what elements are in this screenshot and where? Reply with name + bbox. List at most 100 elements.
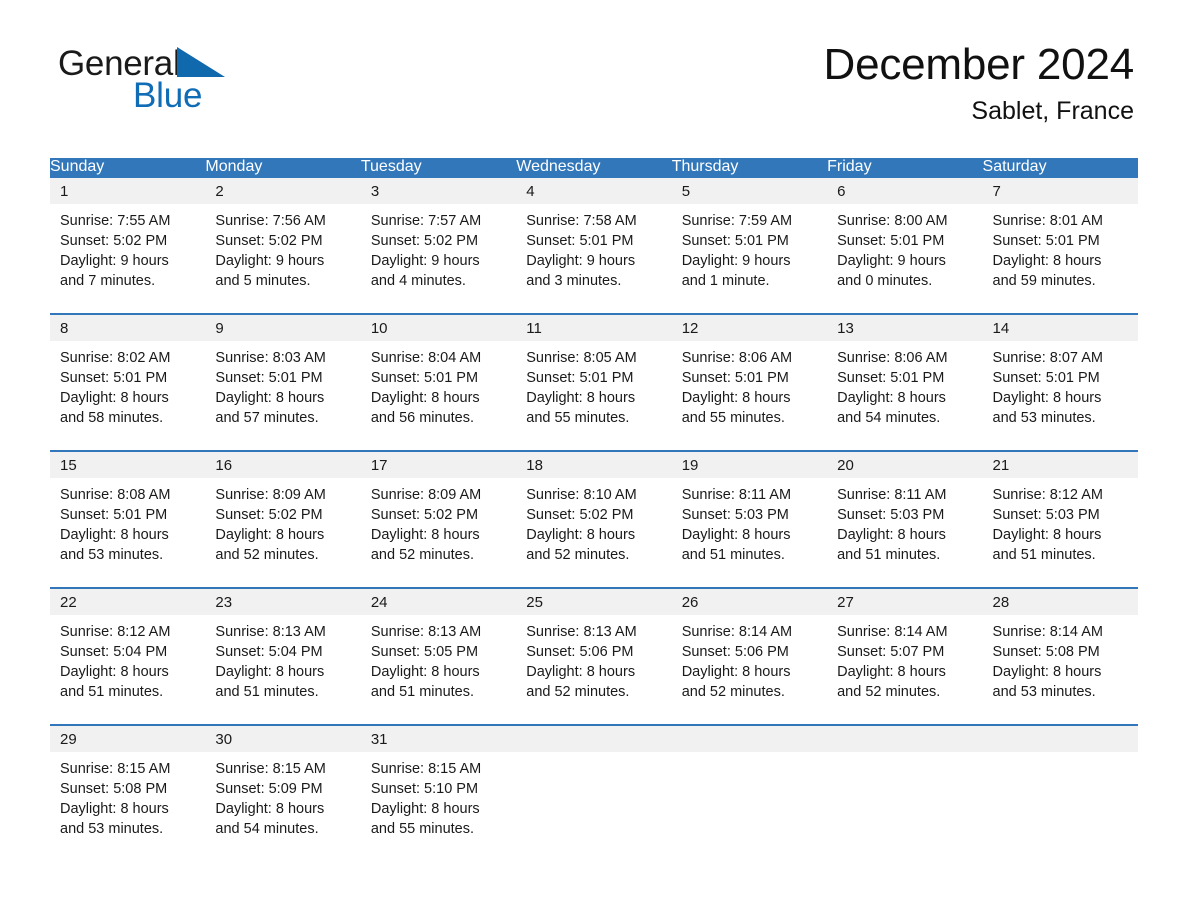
daylight-text-line1: Daylight: 8 hours xyxy=(370,801,480,817)
day-info: Sunrise: 8:14 AM Sunset: 5:07 PM Daylight:… xyxy=(827,615,982,702)
daylight-text-line2: and 51 minutes. xyxy=(60,684,164,700)
day-number: 3 xyxy=(360,178,517,204)
calendar-day-cell[interactable]: 2 Sunrise: 7:56 AM Sunset: 5:02 PM Daylight… xyxy=(205,176,361,314)
sunrise-text: Sunrise: 8:07 AM xyxy=(992,350,1103,366)
sunset-text: Sunset: 5:01 PM xyxy=(526,233,634,249)
calendar-day-cell[interactable]: 15 Sunrise: 8:08 AM Sunset: 5:01 PM Dayligh… xyxy=(50,450,206,588)
calendar-day-cell[interactable]: 24 Sunrise: 8:13 AM Sunset: 5:05 PM Dayligh… xyxy=(360,587,517,725)
day-number: 2 xyxy=(205,178,361,204)
day-info: Sunrise: 8:03 AM Sunset: 5:01 PM Daylight:… xyxy=(205,341,360,428)
daylight-text-line2: and 57 minutes. xyxy=(215,410,319,426)
daylight-text-line1: Daylight: 9 hours xyxy=(370,253,480,269)
day-number: 26 xyxy=(671,589,828,615)
day-number: 19 xyxy=(671,452,828,478)
calendar-day-cell[interactable]: 31 Sunrise: 8:15 AM Sunset: 5:10 PM Dayligh… xyxy=(360,724,517,861)
sunrise-text: Sunrise: 8:01 AM xyxy=(992,213,1103,229)
calendar-day-cell[interactable]: 11 Sunrise: 8:05 AM Sunset: 5:01 PM Dayligh… xyxy=(516,313,672,451)
sunset-text: Sunset: 5:02 PM xyxy=(370,507,479,523)
calendar-day-cell[interactable]: 27 Sunrise: 8:14 AM Sunset: 5:07 PM Dayligh… xyxy=(827,587,983,725)
daylight-text-line1: Daylight: 8 hours xyxy=(370,527,480,543)
day-info: Sunrise: 7:56 AM Sunset: 5:02 PM Daylight:… xyxy=(205,204,360,291)
weekday-header-wednesday: Wednesday xyxy=(516,158,672,177)
calendar-page: General Blue December 2024 Sablet, Franc… xyxy=(0,0,1188,918)
calendar-day-cell[interactable]: 13 Sunrise: 8:06 AM Sunset: 5:01 PM Dayligh… xyxy=(827,313,983,451)
calendar-day-cell[interactable]: 28 Sunrise: 8:14 AM Sunset: 5:08 PM Dayligh… xyxy=(982,587,1138,725)
day-info: Sunrise: 8:11 AM Sunset: 5:03 PM Daylight:… xyxy=(672,478,827,565)
calendar-day-cell[interactable]: 18 Sunrise: 8:10 AM Sunset: 5:02 PM Dayligh… xyxy=(516,450,672,588)
day-number: 24 xyxy=(360,589,517,615)
calendar-day-cell[interactable]: 20 Sunrise: 8:11 AM Sunset: 5:03 PM Dayligh… xyxy=(827,450,983,588)
daylight-text-line2: and 55 minutes. xyxy=(526,410,630,426)
calendar-day-cell[interactable]: 9 Sunrise: 8:03 AM Sunset: 5:01 PM Daylight… xyxy=(205,313,361,451)
calendar-day-cell[interactable]: 23 Sunrise: 8:13 AM Sunset: 5:04 PM Dayligh… xyxy=(205,587,361,725)
daylight-text-line2: and 53 minutes. xyxy=(992,684,1096,700)
calendar-day-cell[interactable]: 25 Sunrise: 8:13 AM Sunset: 5:06 PM Dayligh… xyxy=(516,587,672,725)
calendar-day-cell[interactable]: 14 Sunrise: 8:07 AM Sunset: 5:01 PM Dayligh… xyxy=(982,313,1138,451)
calendar-day-cell[interactable]: 30 Sunrise: 8:15 AM Sunset: 5:09 PM Dayligh… xyxy=(205,724,361,861)
day-number xyxy=(671,726,828,752)
day-info: Sunrise: 8:14 AM Sunset: 5:06 PM Daylight:… xyxy=(672,615,827,702)
sunset-text: Sunset: 5:06 PM xyxy=(526,644,634,660)
sunrise-text: Sunrise: 8:13 AM xyxy=(526,624,637,640)
day-info: Sunrise: 8:15 AM Sunset: 5:08 PM Daylight:… xyxy=(50,752,205,839)
daylight-text-line2: and 51 minutes. xyxy=(681,547,785,563)
sunset-text: Sunset: 5:01 PM xyxy=(370,370,479,386)
sunset-text: Sunset: 5:01 PM xyxy=(837,233,945,249)
calendar-day-cell-empty xyxy=(516,724,672,861)
weekday-header-row: Sunday Monday Tuesday Wednesday Thursday… xyxy=(50,158,1138,177)
sunset-text: Sunset: 5:06 PM xyxy=(681,644,789,660)
title-block: December 2024 Sablet, France xyxy=(823,40,1135,126)
daylight-text-line1: Daylight: 8 hours xyxy=(992,664,1102,680)
calendar-day-cell[interactable]: 1 Sunrise: 7:55 AM Sunset: 5:02 PM Daylight… xyxy=(50,176,206,314)
general-blue-logo[interactable]: General Blue xyxy=(58,46,226,113)
day-info: Sunrise: 8:13 AM Sunset: 5:04 PM Daylight:… xyxy=(205,615,360,702)
sunset-text: Sunset: 5:01 PM xyxy=(60,370,168,386)
daylight-text-line2: and 53 minutes. xyxy=(992,410,1096,426)
day-info: Sunrise: 8:15 AM Sunset: 5:10 PM Daylight:… xyxy=(361,752,516,839)
daylight-text-line1: Daylight: 8 hours xyxy=(681,390,791,406)
sunrise-text: Sunrise: 7:58 AM xyxy=(526,213,637,229)
calendar-day-cell[interactable]: 7 Sunrise: 8:01 AM Sunset: 5:01 PM Daylight… xyxy=(982,176,1138,314)
sunset-text: Sunset: 5:01 PM xyxy=(60,507,168,523)
sunrise-text: Sunrise: 8:09 AM xyxy=(370,487,482,503)
calendar-day-cell[interactable]: 3 Sunrise: 7:57 AM Sunset: 5:02 PM Daylight… xyxy=(360,176,517,314)
page-title: December 2024 xyxy=(823,40,1135,89)
sunset-text: Sunset: 5:03 PM xyxy=(992,507,1100,523)
calendar-day-cell[interactable]: 22 Sunrise: 8:12 AM Sunset: 5:04 PM Dayligh… xyxy=(50,587,206,725)
sunrise-text: Sunrise: 7:55 AM xyxy=(60,213,171,229)
calendar-day-cell[interactable]: 17 Sunrise: 8:09 AM Sunset: 5:02 PM Dayligh… xyxy=(360,450,517,588)
calendar-day-cell[interactable]: 26 Sunrise: 8:14 AM Sunset: 5:06 PM Dayligh… xyxy=(671,587,828,725)
day-info: Sunrise: 8:00 AM Sunset: 5:01 PM Daylight:… xyxy=(827,204,982,291)
sunset-text: Sunset: 5:01 PM xyxy=(681,370,789,386)
triangle-icon xyxy=(177,47,226,83)
sunset-text: Sunset: 5:04 PM xyxy=(60,644,168,660)
calendar-day-cell[interactable]: 16 Sunrise: 8:09 AM Sunset: 5:02 PM Dayligh… xyxy=(205,450,361,588)
sunset-text: Sunset: 5:01 PM xyxy=(681,233,789,249)
calendar-week-row: 1 Sunrise: 7:55 AM Sunset: 5:02 PM Daylight… xyxy=(50,176,1138,314)
calendar-day-cell[interactable]: 12 Sunrise: 8:06 AM Sunset: 5:01 PM Dayligh… xyxy=(671,313,828,451)
calendar-day-cell[interactable]: 10 Sunrise: 8:04 AM Sunset: 5:01 PM Dayligh… xyxy=(360,313,517,451)
calendar-day-cell[interactable]: 8 Sunrise: 8:02 AM Sunset: 5:01 PM Daylight… xyxy=(50,313,206,451)
sunrise-text: Sunrise: 8:08 AM xyxy=(60,487,171,503)
calendar-day-cell[interactable]: 5 Sunrise: 7:59 AM Sunset: 5:01 PM Daylight… xyxy=(671,176,828,314)
daylight-text-line2: and 52 minutes. xyxy=(215,547,319,563)
calendar-day-cell[interactable]: 19 Sunrise: 8:11 AM Sunset: 5:03 PM Dayligh… xyxy=(671,450,828,588)
day-number: 23 xyxy=(205,589,361,615)
location-subtitle: Sablet, France xyxy=(971,97,1134,126)
calendar-day-cell[interactable]: 29 Sunrise: 8:15 AM Sunset: 5:08 PM Dayligh… xyxy=(50,724,206,861)
day-number: 12 xyxy=(671,315,828,341)
day-info: Sunrise: 8:08 AM Sunset: 5:01 PM Daylight:… xyxy=(50,478,205,565)
day-info: Sunrise: 7:57 AM Sunset: 5:02 PM Daylight:… xyxy=(361,204,516,291)
sunset-text: Sunset: 5:03 PM xyxy=(681,507,789,523)
calendar-day-cell[interactable]: 21 Sunrise: 8:12 AM Sunset: 5:03 PM Dayligh… xyxy=(982,450,1138,588)
daylight-text-line2: and 56 minutes. xyxy=(370,410,475,426)
sunset-text: Sunset: 5:07 PM xyxy=(837,644,945,660)
day-info: Sunrise: 8:04 AM Sunset: 5:01 PM Daylight:… xyxy=(361,341,516,428)
calendar-day-cell[interactable]: 6 Sunrise: 8:00 AM Sunset: 5:01 PM Daylight… xyxy=(827,176,983,314)
daylight-text-line1: Daylight: 9 hours xyxy=(215,253,325,269)
sunset-text: Sunset: 5:02 PM xyxy=(60,233,168,249)
calendar-day-cell[interactable]: 4 Sunrise: 7:58 AM Sunset: 5:01 PM Daylight… xyxy=(516,176,672,314)
calendar-week-row: 8 Sunrise: 8:02 AM Sunset: 5:01 PM Daylight… xyxy=(50,313,1138,451)
calendar-week-row: 15 Sunrise: 8:08 AM Sunset: 5:01 PM Dayligh… xyxy=(50,450,1138,588)
day-number: 9 xyxy=(205,315,361,341)
